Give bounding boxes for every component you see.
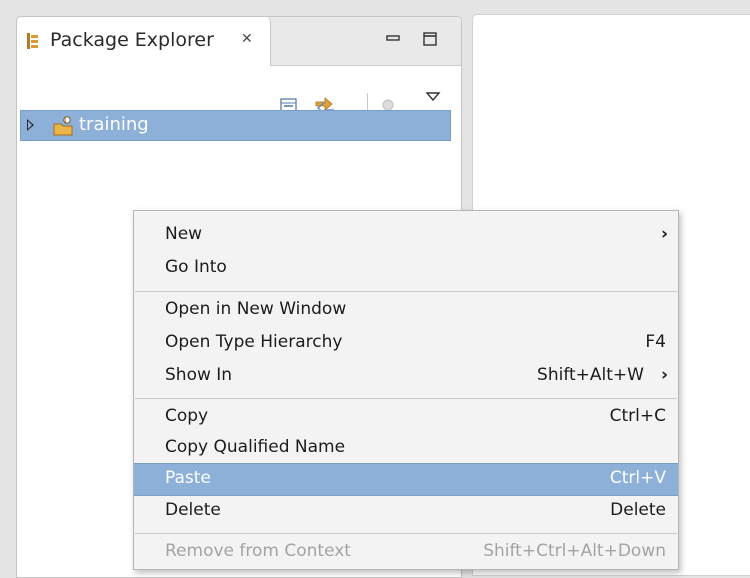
view-tab-bar: Package Explorer ✕ [17, 17, 461, 66]
menu-item-shortcut: Ctrl+C [609, 406, 666, 426]
submenu-arrow-icon: › [660, 365, 668, 385]
menu-item-shortcut: Delete [610, 500, 666, 520]
tree-item-label: training [79, 114, 149, 135]
view-menu-icon[interactable] [425, 91, 441, 103]
menu-item-label: Open in New Window [165, 299, 347, 319]
menu-item-open-in-new-window[interactable]: Open in New Window [134, 295, 678, 328]
package-explorer-tab[interactable]: Package Explorer ✕ [17, 17, 271, 66]
menu-separator [135, 291, 677, 292]
java-project-icon: J [53, 116, 73, 136]
menu-item-new[interactable]: New › [134, 220, 678, 253]
menu-separator [135, 533, 677, 534]
menu-item-shortcut: Shift+Ctrl+Alt+Down [483, 541, 666, 561]
minimize-icon[interactable] [385, 31, 401, 47]
menu-item-label: Show In [165, 365, 233, 385]
menu-item-label: Open Type Hierarchy [165, 332, 343, 352]
context-menu: New › Go Into Open in New Window Open Ty… [133, 210, 679, 570]
maximize-icon[interactable] [422, 31, 438, 47]
menu-separator [135, 398, 677, 399]
menu-item-label: Remove from Context [165, 541, 351, 561]
menu-item-copy-qualified-name[interactable]: Copy Qualified Name [134, 433, 678, 466]
menu-item-label: Paste [165, 468, 211, 488]
menu-item-copy[interactable]: Copy Ctrl+C [134, 402, 678, 435]
menu-item-label: New [165, 224, 203, 244]
menu-item-show-in[interactable]: Show In Shift+Alt+W › [134, 361, 678, 394]
menu-item-shortcut: F4 [645, 332, 666, 352]
tree-item-training[interactable]: J training [20, 110, 451, 141]
package-explorer-icon [27, 33, 38, 49]
menu-item-shortcut: Ctrl+V [609, 468, 666, 488]
menu-item-delete[interactable]: Delete Delete [134, 496, 678, 529]
menu-item-label: Go Into [165, 257, 227, 277]
menu-item-label: Copy Qualified Name [165, 437, 346, 457]
menu-item-go-into[interactable]: Go Into [134, 253, 678, 286]
submenu-arrow-icon: › [660, 224, 668, 244]
menu-item-label: Copy [165, 406, 209, 426]
menu-item-shortcut: Shift+Alt+W [537, 365, 644, 385]
expand-arrow-icon[interactable] [27, 119, 34, 131]
menu-item-label: Delete [165, 500, 221, 520]
close-tab-icon[interactable]: ✕ [241, 31, 253, 47]
tab-label: Package Explorer [50, 29, 214, 51]
svg-text:J: J [64, 118, 66, 124]
menu-item-paste[interactable]: Paste Ctrl+V [134, 463, 678, 496]
menu-item-open-type-hierarchy[interactable]: Open Type Hierarchy F4 [134, 328, 678, 361]
menu-item-remove-from-context: Remove from Context Shift+Ctrl+Alt+Down [134, 537, 678, 570]
